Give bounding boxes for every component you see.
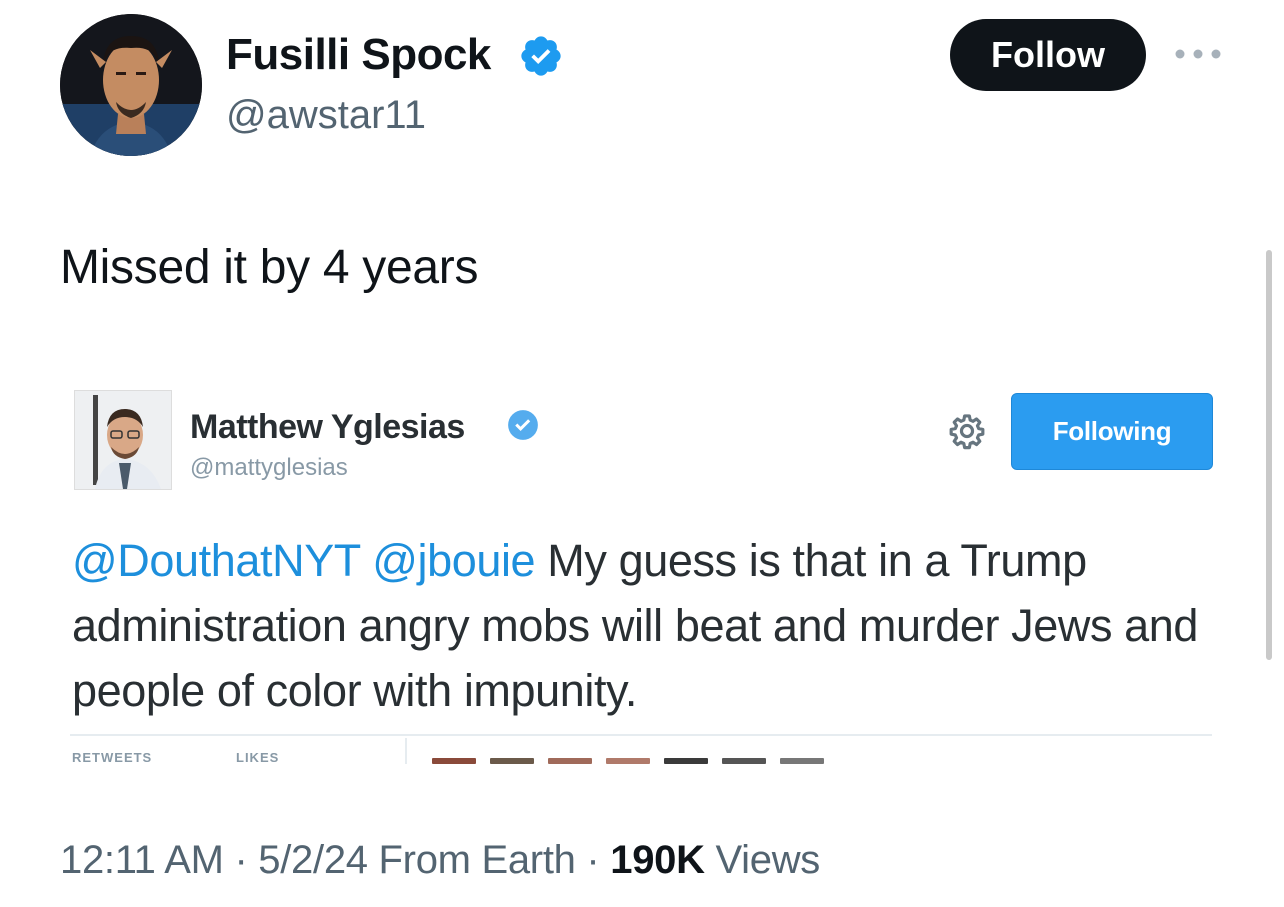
embedded-stats-divider [405,738,407,764]
embedded-stat-label: RETWEETS [72,750,153,764]
gear-icon [949,414,985,450]
avatar-image [60,14,202,156]
embedded-author-handle: @mattyglesias [190,454,348,481]
embedded-tweet-image[interactable]: Matthew Yglesias @mattyglesias Following… [60,378,1224,764]
tweet-metadata: 12:11 AM · 5/2/24 From Earth · 190K View… [60,838,821,882]
tweet-source: From Earth [378,838,576,882]
author-display-name[interactable]: Fusilli Spock [226,30,491,80]
embedded-liker-avatars [432,758,824,764]
embedded-verified-badge-icon [508,410,538,440]
scrollbar[interactable] [1266,250,1272,660]
embedded-stat-label: LIKES [236,750,280,764]
embedded-author-avatar [74,390,172,490]
tweet-date[interactable]: 5/2/24 [258,838,368,882]
tweet-text: Missed it by 4 years [60,241,479,294]
views-count: 190K [610,838,705,882]
embedded-tweet-text: @DouthatNYT @jbouie My guess is that in … [72,528,1212,723]
author-avatar[interactable] [60,14,202,156]
views-label: Views [715,838,821,882]
embedded-divider [70,734,1212,736]
more-horizontal-icon[interactable] [1172,44,1224,64]
embedded-following-button: Following [1011,393,1213,470]
author-handle[interactable]: @awstar11 [226,93,426,138]
verified-badge-icon[interactable] [518,33,564,79]
embedded-mention: @DouthatNYT [72,535,361,586]
embedded-author-name: Matthew Yglesias [190,408,465,446]
tweet-time[interactable]: 12:11 AM [60,838,224,882]
embedded-mention: @jbouie [372,535,536,586]
follow-button[interactable]: Follow [950,19,1146,91]
